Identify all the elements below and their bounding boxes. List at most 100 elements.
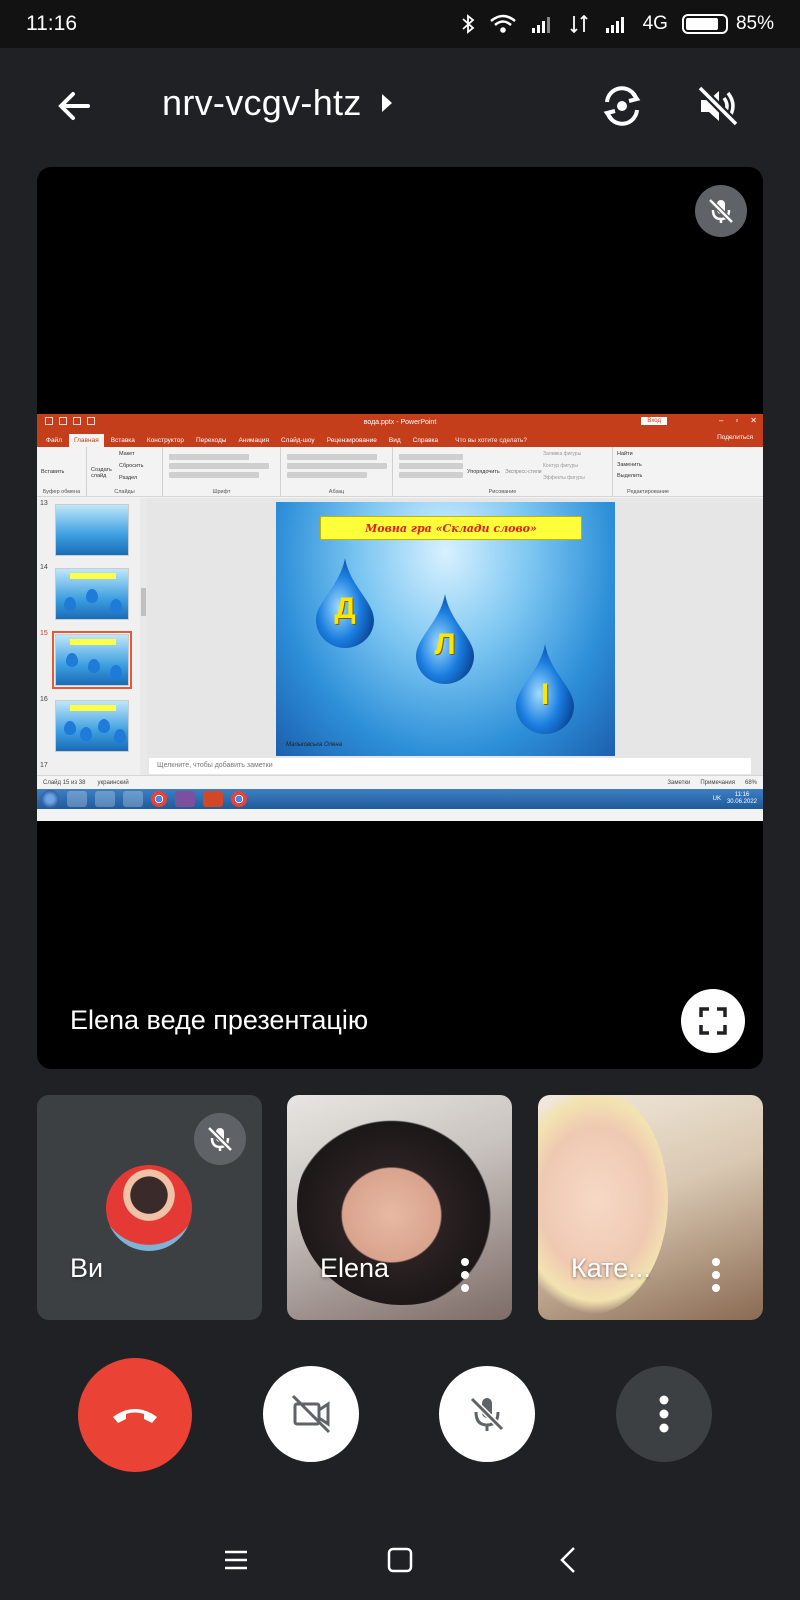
participant-name: Elena [320, 1253, 390, 1283]
presentation-view[interactable]: вода.pptx - PowerPoint Вход – ▫ ✕ Файл Гла… [37, 167, 763, 1069]
back-button[interactable] [48, 80, 100, 132]
ppt-login-button: Вход [641, 417, 667, 425]
shapes-row [399, 454, 463, 460]
end-call-button[interactable] [78, 1358, 192, 1472]
ribbon-item: Контур фигуры [543, 463, 578, 469]
camera-toggle-button[interactable] [263, 1366, 359, 1462]
thumbnail-drop [66, 653, 78, 667]
ribbon-item: Найти [617, 451, 633, 457]
drop-letter: Д [334, 592, 356, 625]
thumbnail-banner [70, 705, 116, 711]
more-vert-icon [461, 1258, 469, 1292]
recents-button[interactable] [216, 1540, 256, 1580]
battery-percent: 85% [735, 13, 774, 34]
participant-name: Ви [70, 1253, 104, 1283]
taskbar-time: 11:16 [734, 792, 750, 798]
thumbnail-scrollbar [140, 498, 147, 775]
ribbon-group-label: Редактирование [627, 489, 669, 495]
ribbon-group-label: Шрифт [212, 489, 231, 495]
presenter-mute-indicator [695, 185, 747, 237]
ribbon-item: Эффекты фигуры [543, 475, 585, 481]
battery-icon [681, 14, 728, 34]
notes-toggle: Заметки [667, 779, 691, 786]
more-options-button[interactable] [616, 1366, 712, 1462]
ribbon-group: Вставить Буфер обмена [37, 447, 87, 496]
shapes-row [399, 472, 463, 478]
ribbon-group-label: Абзац [328, 489, 345, 495]
font-family-box [169, 454, 249, 460]
ribbon-item: Сбросить [119, 463, 144, 469]
notes-placeholder: Щелкните, чтобы добавить заметки [149, 758, 751, 774]
system-tray: UK 11:16 30.06.2022 [713, 792, 763, 806]
thumbnail-drop [80, 727, 92, 741]
mic-toggle-button[interactable] [439, 1366, 535, 1462]
status-icons: 4G 85% [461, 13, 774, 35]
ribbon-group: Абзац [281, 447, 393, 496]
slide-number: 16 [40, 696, 48, 703]
thumbnail-drop [86, 589, 98, 603]
chrome-icon [231, 791, 247, 807]
window-controls: – ▫ ✕ [719, 416, 757, 425]
signal-icon [569, 14, 588, 34]
ribbon-item: Создать слайд [91, 467, 112, 479]
ribbon-group: Найти Заменить Выделить Редактирование [613, 447, 683, 496]
viber-icon [175, 791, 195, 807]
ribbon-group-label: Слайды [114, 489, 135, 495]
ppt-tab: Справка [412, 437, 439, 444]
ie-icon [67, 791, 87, 807]
thumbnail-drop [114, 729, 126, 743]
participant-tile-elena[interactable]: Elena [287, 1095, 512, 1320]
fullscreen-button[interactable] [681, 989, 745, 1053]
ribbon-item: Заливка фигуры [543, 451, 582, 457]
ribbon-item: Экспресс-стили [505, 469, 542, 475]
android-nav-bar [0, 1530, 800, 1590]
ribbon-group-label: Буфер обмена [42, 489, 81, 495]
participant-tile-kate[interactable]: Кате... [538, 1095, 763, 1320]
home-button[interactable] [380, 1540, 420, 1580]
thumbnail-drop [64, 597, 76, 611]
slide-number: 14 [40, 564, 48, 571]
comments-toggle: Примечания [700, 779, 735, 786]
present-icon [87, 417, 95, 425]
taskbar-date: 30.06.2022 [726, 799, 757, 805]
ribbon-item: Заменить [617, 462, 642, 468]
media-player-icon [123, 791, 143, 807]
battery-indicator: 85% [681, 13, 774, 35]
status-time: 11:16 [26, 12, 77, 35]
back-nav-button[interactable] [548, 1540, 588, 1580]
meeting-title[interactable]: nrv-vcgv-htz [162, 82, 394, 124]
thumbnail-drop [64, 721, 76, 735]
participant-more-button[interactable] [705, 1255, 727, 1295]
more-vert-icon [712, 1258, 720, 1292]
quick-access-toolbar [45, 417, 95, 425]
slide-signature: Мальковська Олена [286, 742, 342, 748]
shared-screen: вода.pptx - PowerPoint Вход – ▫ ✕ Файл Гла… [37, 414, 763, 821]
slide-thumbnail [55, 504, 129, 556]
slide-thumbnails: 13 14 15 16 17 [37, 498, 147, 775]
taskbar-clock: 11:16 30.06.2022 [727, 792, 757, 806]
self-mute-indicator [194, 1113, 246, 1165]
slide-counter: Слайд 15 из 38 [43, 779, 86, 786]
home-icon [387, 1547, 413, 1573]
slide-number: 17 [40, 762, 48, 769]
wifi-icon [489, 14, 516, 33]
back-arrow-icon [58, 92, 90, 120]
participant-tile-self[interactable]: Ви [37, 1095, 262, 1320]
ppt-status-bar: Слайд 15 из 38 украинский Заметки Примеч… [37, 775, 763, 789]
speaker-toggle-button[interactable] [690, 78, 746, 134]
ppt-tab: Анимация [238, 437, 269, 444]
ppt-tab: Файл [46, 437, 62, 444]
switch-camera-button[interactable] [594, 78, 650, 134]
paragraph-row [287, 472, 367, 478]
maximize-icon: ▫ [735, 416, 739, 425]
paragraph-row [287, 463, 387, 469]
ppt-ribbon-tabs: Файл Главная Вставка Конструктор Переход… [37, 430, 763, 447]
explorer-icon [95, 791, 115, 807]
slide-number: 15 [40, 630, 48, 637]
participant-more-button[interactable] [454, 1255, 476, 1295]
status-right: Заметки Примечания 68% [667, 780, 757, 786]
font-format-row [169, 472, 259, 478]
zoom-level: 68% [744, 779, 757, 786]
slide-thumbnail [55, 700, 129, 752]
back-icon [560, 1547, 575, 1573]
